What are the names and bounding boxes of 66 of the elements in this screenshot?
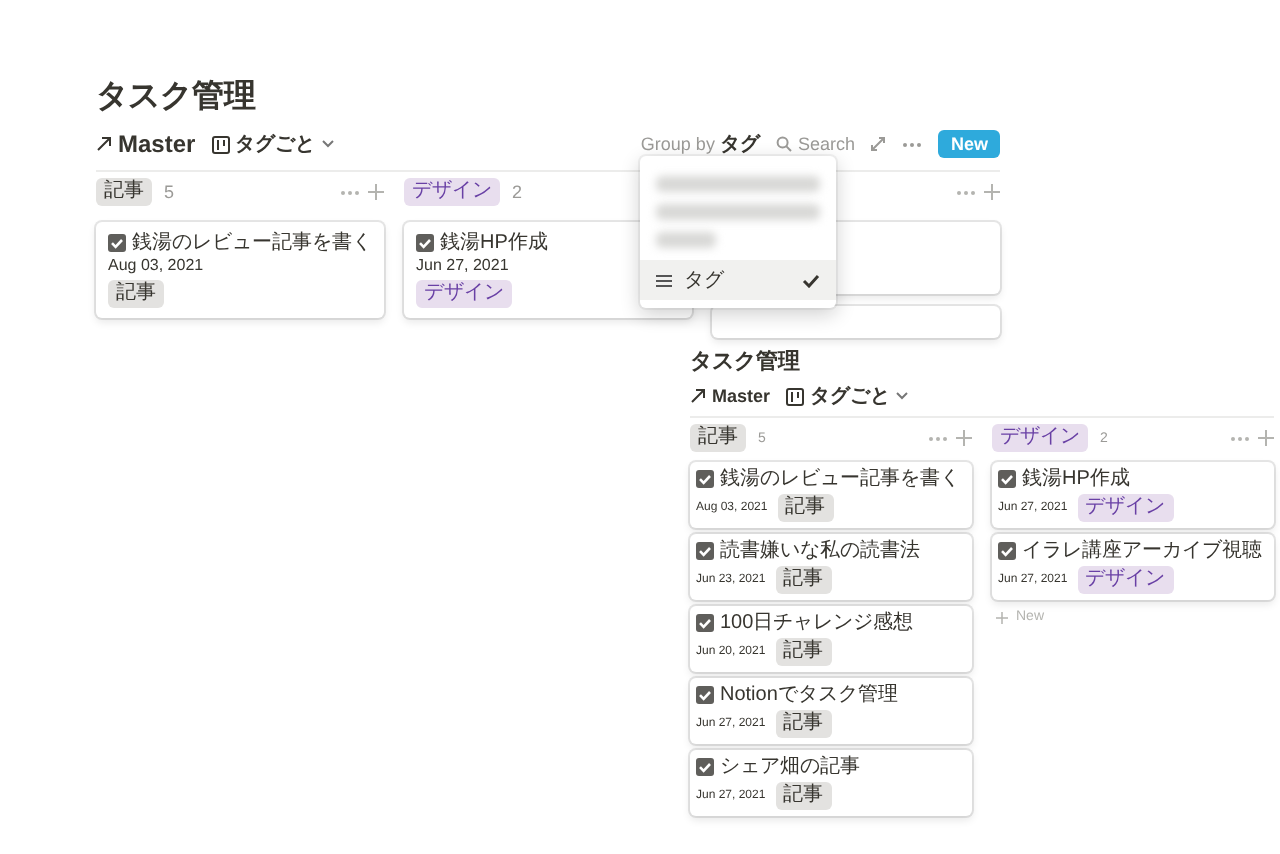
plus-icon [996,611,1008,623]
tag: 記事 [775,638,832,666]
tag: デザイン [992,424,1088,452]
plus-icon[interactable] [984,184,1000,200]
card-count: 5 [164,182,175,202]
plus-icon[interactable] [1258,430,1274,446]
tag: 記事 [775,710,832,738]
menu-item[interactable]: タグ [640,260,836,300]
checkbox-icon [696,470,714,488]
checkbox-icon [696,614,714,632]
more-icon[interactable] [928,435,948,441]
card-title: 銭湯のレビュー記事を書く [720,468,960,490]
task-card[interactable] [712,306,1000,338]
checkbox-icon [696,686,714,704]
view-selector[interactable]: タグごと [810,382,891,410]
tag: 記事 [777,494,834,522]
list-icon [656,273,672,287]
more-icon[interactable] [956,189,976,195]
arrow-icon [96,136,112,152]
tag: 記事 [775,566,832,594]
more-icon[interactable] [340,189,360,195]
view-selector[interactable]: タグごと [235,130,316,158]
tag: 記事 [690,424,746,452]
tag: デザイン [1077,566,1174,594]
checkbox-icon [696,758,714,776]
blurred-option [656,232,716,248]
task-card[interactable]: 銭湯のレビュー記事を書く Aug 03, 2021 記事 [96,222,384,318]
more-icon[interactable] [1230,435,1250,441]
card-date: Jun 27, 2021 [416,258,509,276]
tag: 記事 [775,782,832,810]
card-title: イラレ講座アーカイブ視聴 [1022,540,1262,562]
plus-icon[interactable] [368,184,384,200]
card-title: 読書嫌いな私の読書法 [720,540,920,562]
group-by-button[interactable]: Group by タグ [640,130,760,158]
card-title: 銭湯HP作成 [440,232,548,254]
tag: デザイン [416,279,512,308]
database-link[interactable]: Master [118,130,196,158]
card-title: 100日チャレンジ感想 [720,612,914,634]
board-icon [211,135,230,153]
card-title: 銭湯のレビュー記事を書く [132,232,372,254]
page-title: タスク管理 [690,348,802,376]
card-title: 銭湯HP作成 [1022,468,1130,490]
card-count: 2 [512,182,523,202]
chevron-down-icon [896,392,909,400]
expand-icon[interactable] [870,136,887,152]
card-title: Notionでタスク管理 [720,684,898,706]
tag: 記事 [108,279,164,308]
more-icon[interactable] [902,141,923,147]
board-icon [786,387,805,405]
tag: デザイン [404,178,500,206]
card-date: Aug 03, 2021 [108,258,204,276]
checkbox-icon [696,542,714,560]
tag: デザイン [1077,494,1174,522]
page-title: タスク管理 [96,77,258,118]
checkbox-icon [416,234,434,252]
database-link[interactable]: Master [712,386,771,406]
checkbox-icon [998,542,1016,560]
checkbox-icon [998,470,1016,488]
search-icon [775,136,792,152]
chevron-down-icon [321,140,334,148]
checkbox-icon [108,234,126,252]
arrow-icon [690,388,706,404]
tag: 記事 [96,178,152,206]
plus-icon[interactable] [956,430,972,446]
card-title: シェア畑の記事 [720,756,860,778]
checkmark-icon [802,273,820,287]
